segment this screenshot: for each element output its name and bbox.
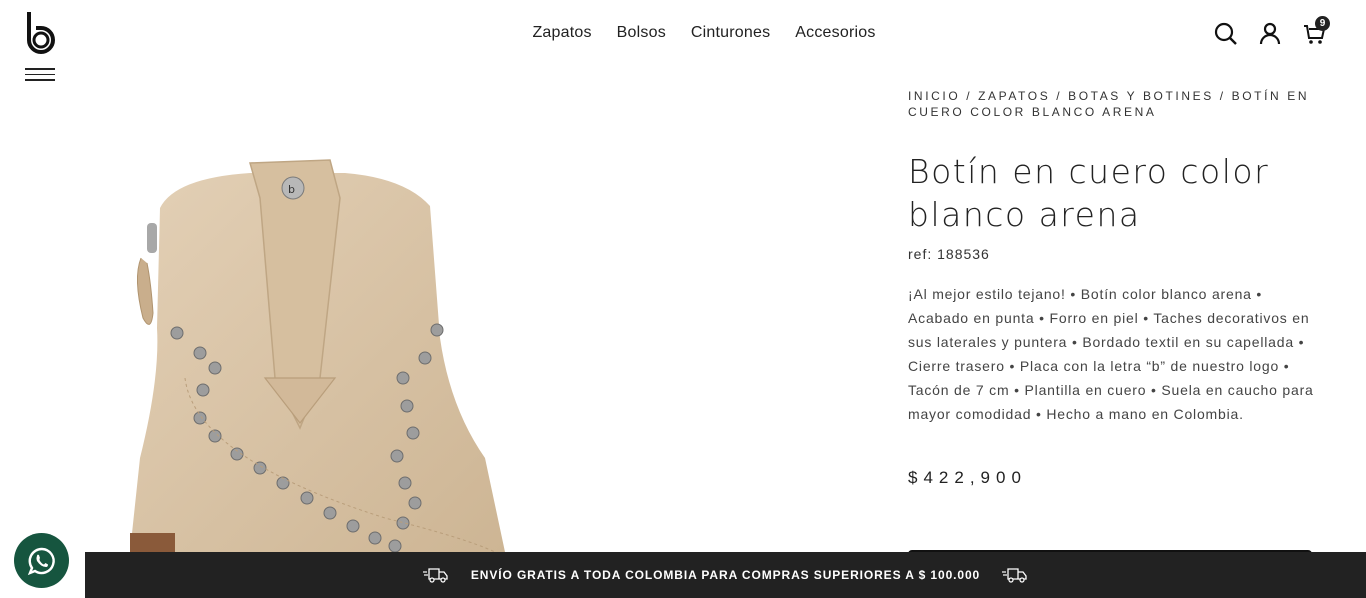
breadcrumb-item-botas[interactable]: BOTAS Y BOTINES [1068, 89, 1214, 103]
free-shipping-banner: ENVÍO GRATIS A TODA COLOMBIA PARA COMPRA… [85, 552, 1366, 598]
nav-item-bolsos[interactable]: Bolsos [617, 24, 666, 42]
user-icon[interactable] [1258, 20, 1282, 46]
cart-count-badge: 9 [1315, 16, 1330, 31]
nav-item-cinturones[interactable]: Cinturones [691, 24, 770, 42]
product-price: $422,900 [908, 468, 1027, 487]
product-description: ¡Al mejor estilo tejano! • Botín color b… [908, 286, 1314, 422]
breadcrumb-separator: / [1056, 89, 1069, 103]
truck-icon [422, 568, 448, 583]
promo-text: ENVÍO GRATIS A TODA COLOMBIA PARA COMPRA… [470, 568, 981, 582]
product-image[interactable]: b [85, 78, 875, 552]
breadcrumb-item-zapatos[interactable]: ZAPATOS [978, 89, 1050, 103]
breadcrumb-item-inicio[interactable]: INICIO [908, 89, 960, 103]
main-nav: Zapatos Bolsos Cinturones Accesorios [0, 24, 1366, 42]
header-actions: 9 [1214, 16, 1330, 46]
svg-text:b: b [288, 183, 295, 196]
search-icon[interactable] [1214, 20, 1238, 46]
product-details: INICIO / ZAPATOS / BOTAS Y BOTINES / BOT… [908, 88, 1318, 488]
truck-icon [1002, 568, 1027, 583]
breadcrumb-separator: / [966, 89, 979, 103]
product-ref: ref: 188536 [908, 246, 990, 262]
breadcrumb: INICIO / ZAPATOS / BOTAS Y BOTINES / BOT… [908, 88, 1318, 120]
cart-icon[interactable]: 9 [1302, 16, 1330, 46]
nav-item-zapatos[interactable]: Zapatos [532, 24, 591, 42]
whatsapp-icon [27, 547, 55, 575]
product-title: Botín en cuero color blanco arena [908, 152, 1270, 234]
hamburger-menu-icon[interactable] [25, 68, 55, 84]
whatsapp-button[interactable] [14, 533, 69, 588]
breadcrumb-separator: / [1219, 89, 1232, 103]
boot-illustration: b [130, 159, 505, 552]
nav-item-accesorios[interactable]: Accesorios [795, 24, 875, 42]
